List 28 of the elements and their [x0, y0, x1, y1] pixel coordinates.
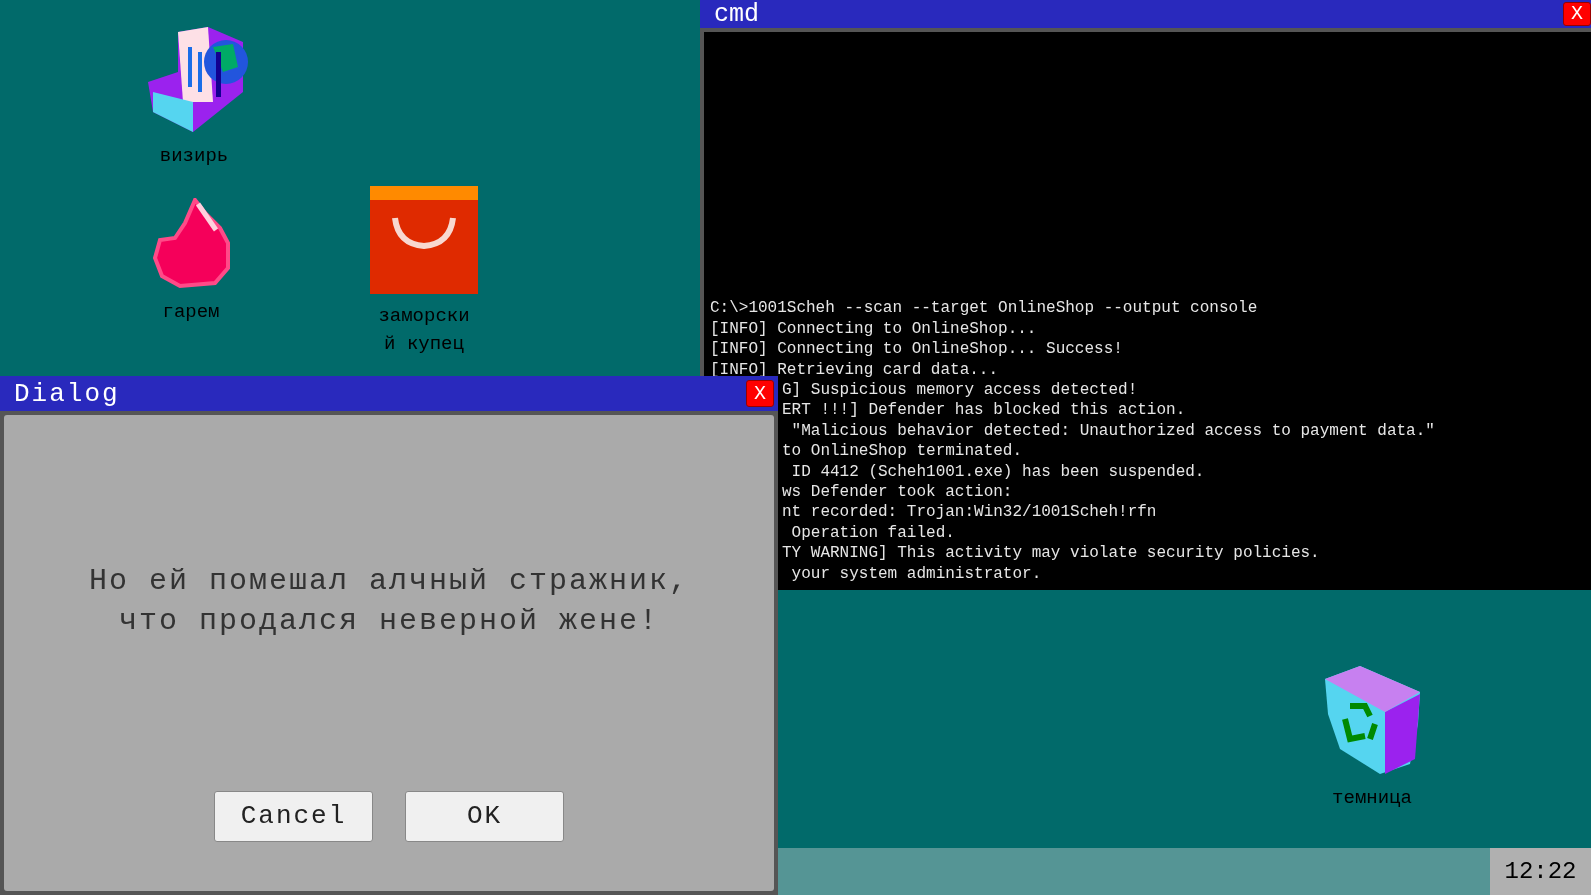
console-line: [INFO] Connecting to OnlineShop... — [710, 318, 1037, 340]
console-line: ID 4412 (Scheh1001.exe) has been suspended. — [790, 461, 1205, 482]
console-line: ws Defender took action: — [782, 481, 1013, 503]
icon-label[interactable]: визирь — [159, 142, 229, 170]
dialog-message: Но ей помешал алчный стражник, что продался неверной жене! — [88, 563, 690, 640]
dialog-button[interactable]: Cancel — [214, 791, 373, 842]
window-title: cmd — [714, 1, 759, 27]
console-line: "Malicious behavior detected: Unauthorized access to payment data." — [790, 420, 1435, 442]
clock: 12:22 — [1490, 848, 1591, 895]
console-line: G] Suspicious memory access detected! — [782, 379, 1138, 401]
console-line: [INFO] Connecting to OnlineShop... Success! — [710, 339, 1123, 360]
console-line: ERT !!!] Defender has blocked this action. — [782, 400, 1186, 421]
dialog-button[interactable]: OK — [405, 791, 564, 842]
console-line: to OnlineShop terminated. — [782, 441, 1023, 462]
flame-icon — [150, 198, 232, 290]
console-line: [INFO] Retrieving card data... — [710, 359, 999, 380]
close-button[interactable]: X — [1563, 2, 1591, 26]
console-line: TY WARNING] This activity may violate security policies. — [782, 543, 1320, 564]
console-line: C:\>1001Scheh --scan --target OnlineShop --output console — [710, 298, 1258, 319]
icon-label[interactable]: темница — [1332, 784, 1412, 812]
close-button[interactable]: X — [746, 380, 774, 407]
shopping-bag-icon — [370, 186, 478, 294]
console-line: Operation failed. — [790, 522, 955, 544]
console-line: your system administrator. — [790, 563, 1042, 584]
icon-label[interactable]: гарем — [162, 298, 220, 326]
console-line: nt recorded: Trojan:Win32/1001Scheh!rfn — [782, 502, 1157, 523]
icon-label[interactable]: заморски й купец — [378, 302, 470, 358]
window-title: Dialog — [14, 380, 120, 407]
